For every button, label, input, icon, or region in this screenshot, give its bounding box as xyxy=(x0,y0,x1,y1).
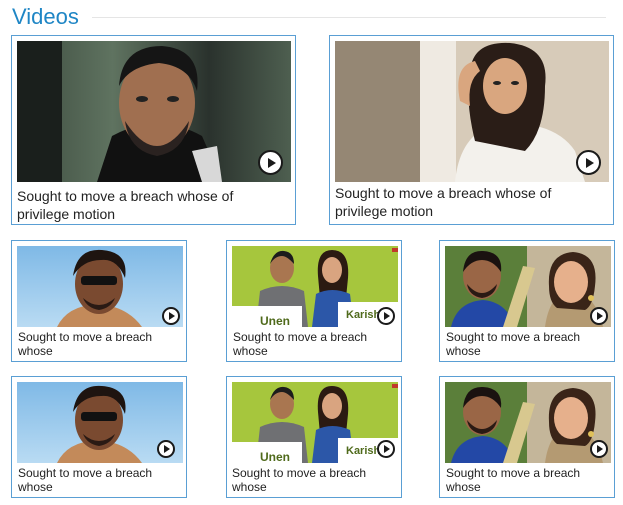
section-title: Videos xyxy=(12,4,79,29)
play-circle-icon[interactable] xyxy=(377,440,395,458)
video-caption[interactable]: Sought to move a breach whose xyxy=(233,330,393,358)
video-caption[interactable]: Sought to move a breach whose xyxy=(18,330,178,358)
video-card[interactable]: Unen Karish Sought to move a breach whos… xyxy=(226,240,402,362)
play-circle-icon[interactable] xyxy=(377,307,395,325)
placard-right-text: Karish xyxy=(346,309,381,321)
play-circle-icon[interactable] xyxy=(157,440,175,458)
video-thumbnail[interactable] xyxy=(445,246,611,327)
section-divider xyxy=(92,17,606,18)
placard-left-text: Unen xyxy=(260,314,290,327)
video-thumbnail[interactable]: Unen Karish xyxy=(232,246,398,327)
featured-video-card[interactable]: Sought to move a breach whose of privile… xyxy=(11,35,296,225)
video-thumbnail[interactable]: Unen Karish xyxy=(232,382,398,463)
video-caption[interactable]: Sought to move a breach whose of privile… xyxy=(335,184,605,220)
video-thumbnail[interactable] xyxy=(445,382,611,463)
placard-right-text: Karish xyxy=(346,445,381,457)
video-thumbnail[interactable] xyxy=(17,246,183,327)
play-circle-icon[interactable] xyxy=(258,150,283,175)
video-thumbnail[interactable] xyxy=(17,41,291,182)
play-circle-icon[interactable] xyxy=(590,440,608,458)
video-caption[interactable]: Sought to move a breach whose xyxy=(446,466,606,494)
video-caption[interactable]: Sought to move a breach whose of privile… xyxy=(17,187,287,223)
placard-left-text: Unen xyxy=(260,450,290,463)
video-card[interactable]: Sought to move a breach whose xyxy=(439,376,615,498)
video-thumbnail[interactable] xyxy=(335,41,609,182)
video-card[interactable]: Sought to move a breach whose xyxy=(439,240,615,362)
video-caption[interactable]: Sought to move a breach whose xyxy=(232,466,392,494)
play-circle-icon[interactable] xyxy=(590,307,608,325)
play-circle-icon[interactable] xyxy=(576,150,601,175)
video-caption[interactable]: Sought to move a breach whose xyxy=(446,330,606,358)
video-card[interactable]: Sought to move a breach whose xyxy=(11,240,187,362)
video-caption[interactable]: Sought to move a breach whose xyxy=(18,466,178,494)
video-card[interactable]: Sought to move a breach whose xyxy=(11,376,187,498)
video-card[interactable]: Unen Karish Sought to move a breach whos… xyxy=(226,376,402,498)
featured-video-card[interactable]: Sought to move a breach whose of privile… xyxy=(329,35,614,225)
play-circle-icon[interactable] xyxy=(162,307,180,325)
